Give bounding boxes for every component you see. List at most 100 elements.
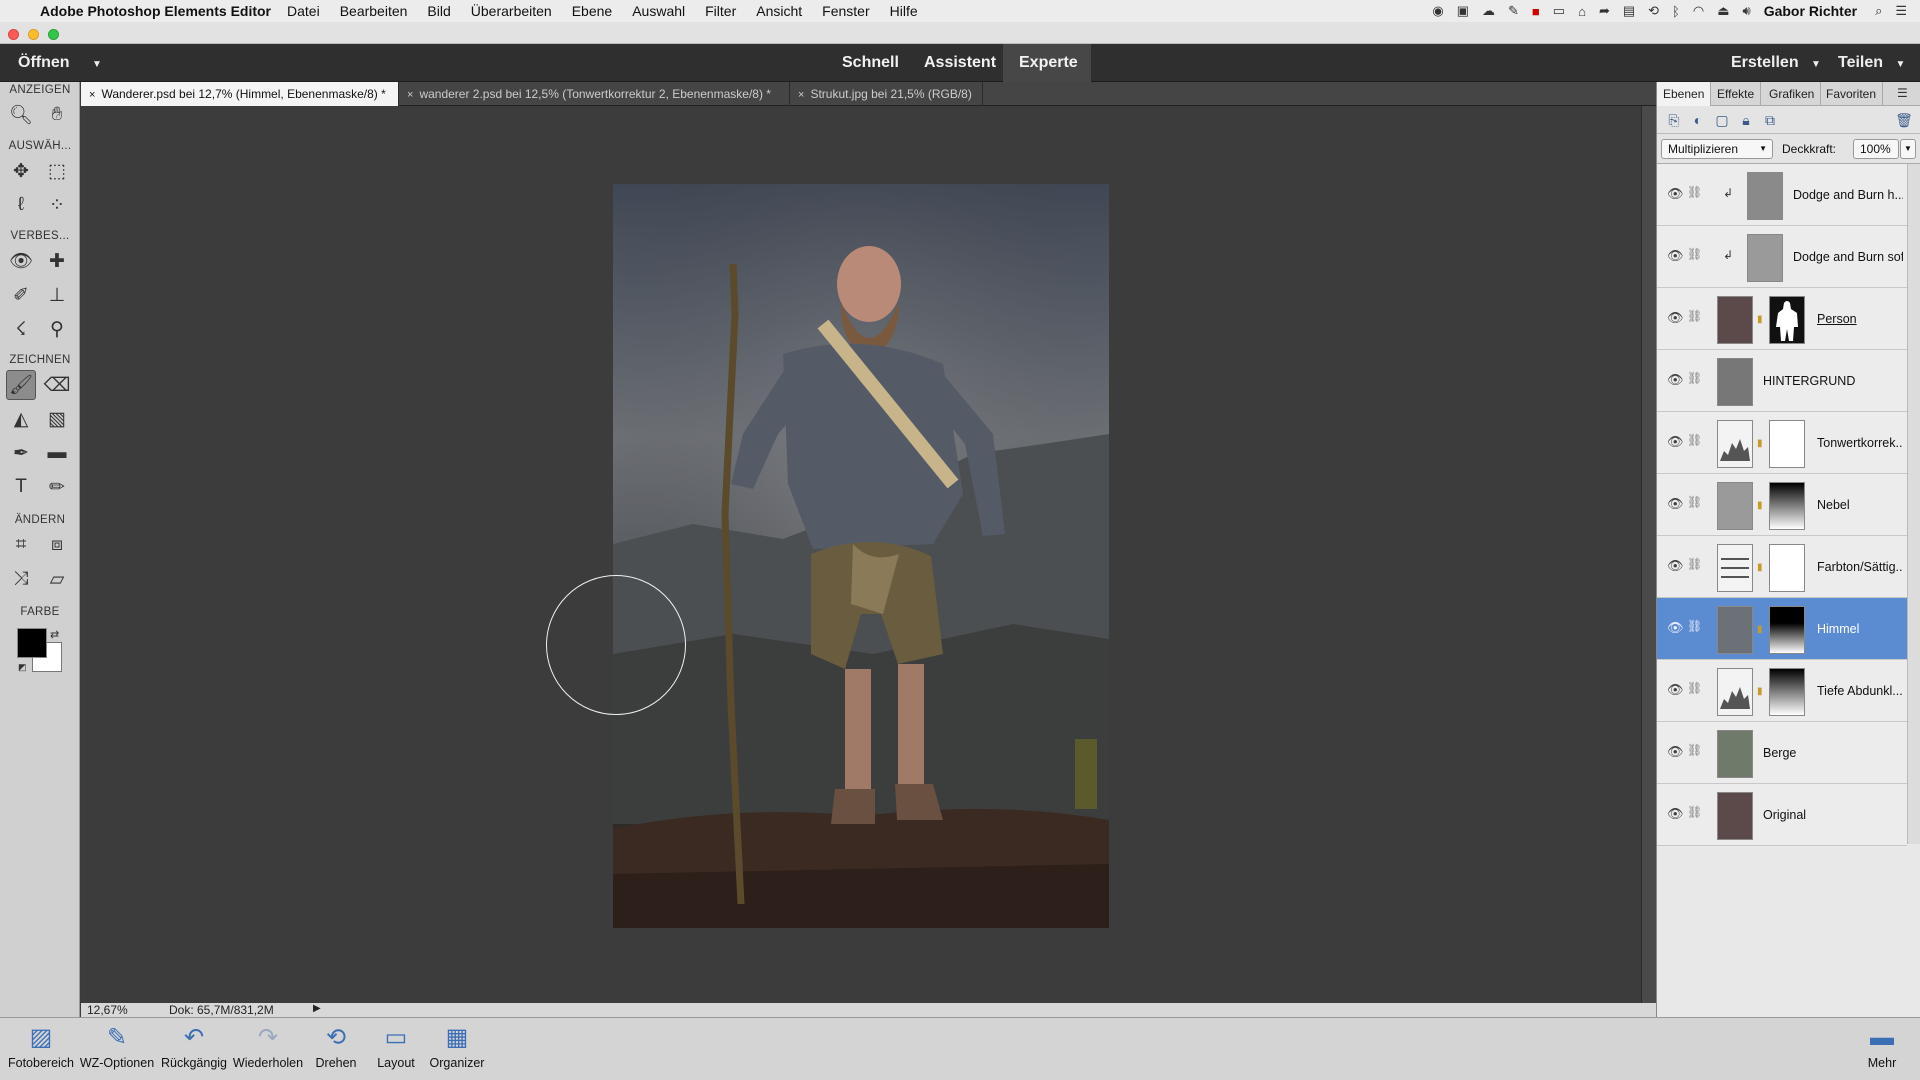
layer-row[interactable]: 👁︎ ⛓ ▮ Person bbox=[1657, 288, 1907, 350]
screen-icon[interactable]: ▭ bbox=[1553, 3, 1565, 19]
layer-link-icon[interactable]: ⛓ bbox=[1687, 557, 1702, 571]
close-tab-icon[interactable]: × bbox=[89, 89, 95, 101]
bluetooth-icon[interactable]: ᛒ bbox=[1672, 4, 1680, 19]
tab-ebenen[interactable]: Ebenen bbox=[1657, 82, 1712, 106]
tab-grafiken[interactable]: Grafiken bbox=[1763, 82, 1822, 106]
layer-visibility-eye-icon[interactable]: 👁︎ bbox=[1667, 806, 1684, 822]
eject-icon[interactable]: ⏏ bbox=[1717, 3, 1729, 19]
lasso-tool-icon[interactable]: ℓ bbox=[6, 190, 36, 220]
tool-options-button[interactable]: ✎ WZ-Optionen bbox=[76, 1018, 158, 1080]
layer-row[interactable]: 👁︎ ⛓ ▮ Himmel bbox=[1657, 598, 1907, 660]
menu-bearbeiten[interactable]: Bearbeiten bbox=[340, 3, 408, 19]
menu-auswahl[interactable]: Auswahl bbox=[632, 3, 685, 19]
layout-button[interactable]: ▭ Layout bbox=[370, 1018, 422, 1080]
menu-bild[interactable]: Bild bbox=[427, 3, 450, 19]
layer-thumbnail[interactable] bbox=[1717, 544, 1753, 592]
add-mask-icon[interactable]: ▢ bbox=[1713, 112, 1731, 128]
layer-visibility-eye-icon[interactable]: 👁︎ bbox=[1667, 310, 1684, 326]
lock-all-icon[interactable]: 🔒︎ bbox=[1737, 112, 1755, 128]
create-button[interactable]: Erstellen ▼ bbox=[1731, 44, 1821, 82]
cloud-icon[interactable]: ☁ bbox=[1482, 3, 1495, 19]
share-icon[interactable]: ➦ bbox=[1599, 3, 1610, 19]
tab-schnell[interactable]: Schnell bbox=[826, 44, 915, 82]
shape-tool-icon[interactable]: ▬ bbox=[42, 438, 72, 468]
hand-tool-icon[interactable]: ✋︎ bbox=[42, 100, 72, 130]
layer-mask-thumbnail[interactable] bbox=[1769, 420, 1805, 468]
recompose-tool-icon[interactable]: ⧈ bbox=[42, 530, 72, 560]
layer-visibility-eye-icon[interactable]: 👁︎ bbox=[1667, 496, 1684, 512]
content-aware-move-tool-icon[interactable]: ⤨ bbox=[6, 564, 36, 594]
layer-visibility-eye-icon[interactable]: 👁︎ bbox=[1667, 248, 1684, 264]
layer-visibility-eye-icon[interactable]: 👁︎ bbox=[1667, 682, 1684, 698]
mask-link-icon[interactable]: ▮ bbox=[1757, 438, 1763, 449]
layer-mask-thumbnail[interactable] bbox=[1769, 668, 1805, 716]
marquee-tool-icon[interactable]: ⬚ bbox=[42, 156, 72, 186]
photo-bin-button[interactable]: ▨ Fotobereich bbox=[4, 1018, 78, 1080]
menu-app-name[interactable]: Adobe Photoshop Elements Editor bbox=[40, 3, 271, 19]
layer-link-icon[interactable]: ⛓ bbox=[1687, 185, 1702, 199]
layer-link-icon[interactable]: ⛓ bbox=[1687, 371, 1702, 385]
doc-tab-wanderer[interactable]: × Wanderer.psd bei 12,7% (Himmel, Ebenenm… bbox=[81, 82, 399, 106]
crop-tool-icon[interactable]: ⌗ bbox=[6, 530, 36, 560]
layer-row[interactable]: 👁︎ ⛓ ↲ Dodge and Burn h... bbox=[1657, 164, 1907, 226]
window-icon[interactable]: ▣ bbox=[1457, 3, 1469, 19]
red-eye-tool-icon[interactable]: 👁︎ bbox=[6, 246, 36, 276]
new-layer-icon[interactable]: ⎘ bbox=[1665, 112, 1683, 128]
layer-thumbnail[interactable] bbox=[1717, 730, 1753, 778]
blend-mode-select[interactable]: Multiplizieren ▼ bbox=[1661, 139, 1773, 159]
tab-favoriten[interactable]: Favoriten bbox=[1820, 82, 1884, 106]
layer-row[interactable]: 👁︎ ⛓ HINTERGRUND bbox=[1657, 350, 1907, 412]
opacity-field[interactable]: 100% bbox=[1853, 139, 1899, 159]
layer-list-scrollbar[interactable] bbox=[1907, 164, 1920, 844]
time-machine-icon[interactable]: ⟲ bbox=[1648, 3, 1659, 19]
clone-stamp-tool-icon[interactable]: ⊥ bbox=[42, 280, 72, 310]
eraser-tool-icon[interactable]: ⌫ bbox=[42, 370, 72, 400]
open-button[interactable]: Öffnen ▼ bbox=[18, 44, 102, 82]
layer-thumbnail[interactable] bbox=[1717, 482, 1753, 530]
organizer-button[interactable]: ▦ Organizer bbox=[424, 1018, 490, 1080]
close-tab-icon[interactable]: × bbox=[798, 89, 804, 101]
document-image[interactable] bbox=[613, 184, 1109, 928]
lock-transparent-icon[interactable]: ⧉ bbox=[1761, 112, 1779, 128]
layer-link-icon[interactable]: ⛓ bbox=[1687, 247, 1702, 261]
share-button[interactable]: Teilen ▼ bbox=[1838, 44, 1905, 82]
menu-fenster[interactable]: Fenster bbox=[822, 3, 869, 19]
record-icon[interactable]: ◉ bbox=[1432, 3, 1443, 19]
layer-visibility-eye-icon[interactable]: 👁︎ bbox=[1667, 744, 1684, 760]
evernote-icon[interactable]: ✎ bbox=[1508, 3, 1519, 19]
redo-button[interactable]: ↷ Wiederholen bbox=[230, 1018, 306, 1080]
undo-button[interactable]: ↶ Rückgängig bbox=[158, 1018, 230, 1080]
layer-row[interactable]: 👁︎ ⛓ ↲ Dodge and Burn soft bbox=[1657, 226, 1907, 288]
menu-ebene[interactable]: Ebene bbox=[572, 3, 612, 19]
layer-visibility-eye-icon[interactable]: 👁︎ bbox=[1667, 620, 1684, 636]
close-window-button[interactable] bbox=[8, 29, 19, 40]
layer-link-icon[interactable]: ⛓ bbox=[1687, 681, 1702, 695]
layer-thumbnail[interactable] bbox=[1717, 420, 1753, 468]
delete-layer-icon[interactable]: 🗑︎ bbox=[1895, 112, 1913, 128]
more-button[interactable]: ▬ Mehr bbox=[1862, 1018, 1902, 1080]
sponge-tool-icon[interactable]: ⚲ bbox=[42, 314, 72, 344]
move-tool-icon[interactable]: ✥ bbox=[6, 156, 36, 186]
straighten-tool-icon[interactable]: ⏥ bbox=[42, 564, 72, 594]
layer-row[interactable]: 👁︎ ⛓ ▮ Farbton/Sättig... bbox=[1657, 536, 1907, 598]
layer-link-icon[interactable]: ⛓ bbox=[1687, 433, 1702, 447]
volume-icon[interactable]: 🔊︎ bbox=[1743, 3, 1751, 19]
type-tool-icon[interactable]: T bbox=[6, 472, 36, 502]
default-colors-icon[interactable]: ◩ bbox=[18, 662, 27, 673]
paint-bucket-tool-icon[interactable]: ◭ bbox=[6, 404, 36, 434]
mask-link-icon[interactable]: ▮ bbox=[1757, 686, 1763, 697]
adobe-icon[interactable]: ■ bbox=[1532, 4, 1540, 19]
layer-link-icon[interactable]: ⛓ bbox=[1687, 309, 1702, 323]
layer-visibility-eye-icon[interactable]: 👁︎ bbox=[1667, 558, 1684, 574]
layer-row[interactable]: 👁︎ ⛓ Berge bbox=[1657, 722, 1907, 784]
layer-row[interactable]: 👁︎ ⛓ ▮ Tonwertkorrek... bbox=[1657, 412, 1907, 474]
tab-effekte[interactable]: Effekte bbox=[1711, 82, 1762, 106]
layer-thumbnail[interactable] bbox=[1747, 172, 1783, 220]
panel-menu-icon[interactable]: ☰ bbox=[1897, 86, 1908, 100]
menu-ansicht[interactable]: Ansicht bbox=[756, 3, 802, 19]
quick-selection-tool-icon[interactable]: ⁘ bbox=[42, 190, 72, 220]
layer-mask-thumbnail[interactable] bbox=[1769, 544, 1805, 592]
doc-tab-strukut[interactable]: × Strukut.jpg bei 21,5% (RGB/8) bbox=[790, 82, 983, 106]
layer-row[interactable]: 👁︎ ⛓ ▮ Nebel bbox=[1657, 474, 1907, 536]
mask-link-icon[interactable]: ▮ bbox=[1757, 624, 1763, 635]
